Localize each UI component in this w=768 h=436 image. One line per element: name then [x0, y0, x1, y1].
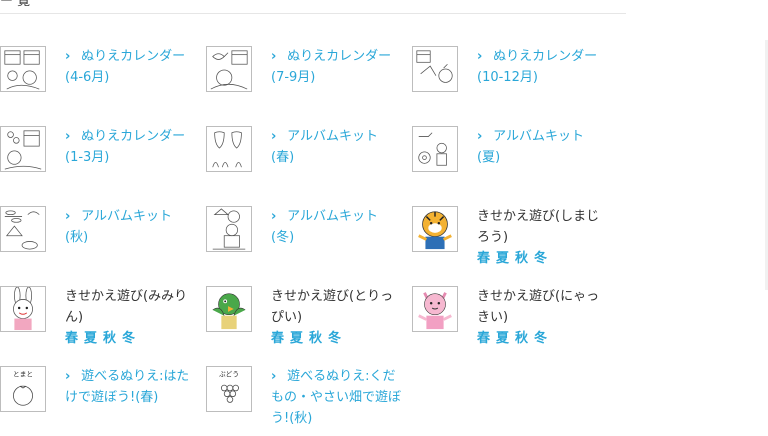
list-item[interactable]: きせかえ遊び(しまじ ろう) 春 夏 秋 冬	[412, 198, 612, 276]
item-title-line1: きせかえ遊び(みみり	[65, 289, 188, 304]
link-text-line2[interactable]: (春)	[271, 147, 406, 168]
calendar-flower-icon[interactable]	[0, 46, 46, 92]
chevron-right-icon: ›	[65, 129, 71, 144]
season-winter-link[interactable]: 冬	[534, 248, 547, 269]
link-text-line2[interactable]: (夏)	[477, 147, 612, 168]
link-text-line2[interactable]: (4-6月)	[65, 67, 200, 88]
link-album-summer[interactable]: › アルバムキット	[477, 126, 612, 147]
list-item[interactable]: きせかえ遊び(みみり ん) 春 夏 秋 冬	[0, 278, 200, 356]
season-winter-link[interactable]: 冬	[328, 328, 341, 349]
list-item[interactable]: › ぬりえカレンダー (1-3月)	[0, 118, 200, 196]
chevron-right-icon: ›	[271, 369, 277, 384]
calendar-snowman-icon[interactable]	[0, 126, 46, 172]
link-play-coloring-field[interactable]: › 遊べるぬりえ:はた	[65, 366, 200, 387]
nyakki-icon[interactable]	[412, 286, 458, 332]
chevron-right-icon: ›	[65, 369, 71, 384]
season-spring-link[interactable]: 春	[477, 328, 490, 349]
chevron-right-icon: ›	[477, 129, 483, 144]
season-links: 春 夏 秋 冬	[477, 328, 612, 349]
link-calendar-1-3[interactable]: › ぬりえカレンダー	[65, 126, 200, 147]
list-item[interactable]: › アルバムキット (秋)	[0, 198, 200, 276]
shimajiro-icon[interactable]	[412, 206, 458, 252]
item-title-line1: きせかえ遊び(にゃっ	[477, 289, 600, 304]
chevron-right-icon: ›	[271, 129, 277, 144]
link-calendar-7-9[interactable]: › ぬりえカレンダー	[271, 46, 406, 67]
season-autumn-link[interactable]: 秋	[309, 328, 322, 349]
link-text-line2[interactable]: (秋)	[65, 227, 200, 248]
torippi-icon[interactable]	[206, 286, 252, 332]
thumb-label: とまと	[13, 371, 33, 379]
link-text-line3[interactable]: う!(秋)	[271, 408, 406, 429]
link-text-line2[interactable]: (1-3月)	[65, 147, 200, 168]
chevron-right-icon: ›	[65, 209, 71, 224]
link-calendar-10-12[interactable]: › ぬりえカレンダー	[477, 46, 612, 67]
list-item[interactable]: › ぬりえカレンダー (4-6月)	[0, 38, 200, 116]
link-album-autumn[interactable]: › アルバムキット	[65, 206, 200, 227]
season-winter-link[interactable]: 冬	[122, 328, 135, 349]
season-summer-link[interactable]: 夏	[496, 248, 509, 269]
link-play-coloring-fruit[interactable]: › 遊べるぬりえ:くだ	[271, 366, 406, 387]
chevron-right-icon: ›	[477, 49, 483, 64]
album-dragonfly-icon[interactable]	[0, 206, 46, 252]
chevron-right-icon: ›	[65, 49, 71, 64]
thumb-label: ぶどう	[219, 371, 239, 379]
item-title-line2: ん)	[65, 310, 84, 325]
link-text-line2[interactable]: もの・やさい畑で遊ぼ	[271, 387, 406, 408]
season-summer-link[interactable]: 夏	[84, 328, 97, 349]
season-spring-link[interactable]: 春	[65, 328, 78, 349]
tomato-icon[interactable]: とまと	[0, 366, 46, 412]
mimirin-icon[interactable]	[0, 286, 46, 332]
season-links: 春 夏 秋 冬	[477, 248, 612, 269]
list-item[interactable]: きせかえ遊び(にゃっ きい) 春 夏 秋 冬	[412, 278, 612, 356]
season-winter-link[interactable]: 冬	[534, 328, 547, 349]
item-title-line1: きせかえ遊び(しまじ	[477, 209, 600, 224]
season-autumn-link[interactable]: 秋	[515, 248, 528, 269]
header-partial-text: ー 覧	[0, 0, 31, 9]
season-links: 春 夏 秋 冬	[271, 328, 406, 349]
link-text-line2[interactable]: (7-9月)	[271, 67, 406, 88]
album-santa-icon[interactable]	[206, 206, 252, 252]
season-spring-link[interactable]: 春	[271, 328, 284, 349]
link-text-line2[interactable]: (冬)	[271, 227, 406, 248]
item-title-line1: きせかえ遊び(とりっ	[271, 289, 394, 304]
album-sunflower-icon[interactable]	[412, 126, 458, 172]
divider	[0, 13, 626, 14]
grape-icon[interactable]: ぶどう	[206, 366, 252, 412]
chevron-right-icon: ›	[271, 209, 277, 224]
link-text-line2[interactable]: けで遊ぼう!(春)	[65, 387, 200, 408]
list-item[interactable]: › ぬりえカレンダー (7-9月)	[206, 38, 406, 116]
item-title-line2: きい)	[477, 310, 509, 325]
chevron-right-icon: ›	[271, 49, 277, 64]
list-item[interactable]: › アルバムキット (夏)	[412, 118, 612, 196]
item-title-line2: ぴい)	[271, 310, 303, 325]
season-links: 春 夏 秋 冬	[65, 328, 200, 349]
season-summer-link[interactable]: 夏	[290, 328, 303, 349]
list-item[interactable]: とまと › 遊べるぬりえ:はた けで遊ぼう!(春)	[0, 358, 200, 436]
season-spring-link[interactable]: 春	[477, 248, 490, 269]
link-album-winter[interactable]: › アルバムキット	[271, 206, 406, 227]
album-strawberry-icon[interactable]	[206, 126, 252, 172]
season-summer-link[interactable]: 夏	[496, 328, 509, 349]
list-item[interactable]: ぶどう › 遊べるぬりえ:くだ もの・やさい畑で遊ぼ う!(秋)	[206, 358, 406, 436]
season-autumn-link[interactable]: 秋	[103, 328, 116, 349]
list-item[interactable]: › ぬりえカレンダー (10-12月)	[412, 38, 612, 116]
list-item[interactable]: › アルバムキット (冬)	[206, 198, 406, 276]
link-text-line2[interactable]: (10-12月)	[477, 67, 612, 88]
item-title-line2: ろう)	[477, 230, 509, 245]
link-calendar-4-6[interactable]: › ぬりえカレンダー	[65, 46, 200, 67]
list-item[interactable]: きせかえ遊び(とりっ ぴい) 春 夏 秋 冬	[206, 278, 406, 356]
list-item[interactable]: › アルバムキット (春)	[206, 118, 406, 196]
season-autumn-link[interactable]: 秋	[515, 328, 528, 349]
link-album-spring[interactable]: › アルバムキット	[271, 126, 406, 147]
calendar-fish-icon[interactable]	[206, 46, 252, 92]
calendar-pumpkin-icon[interactable]	[412, 46, 458, 92]
